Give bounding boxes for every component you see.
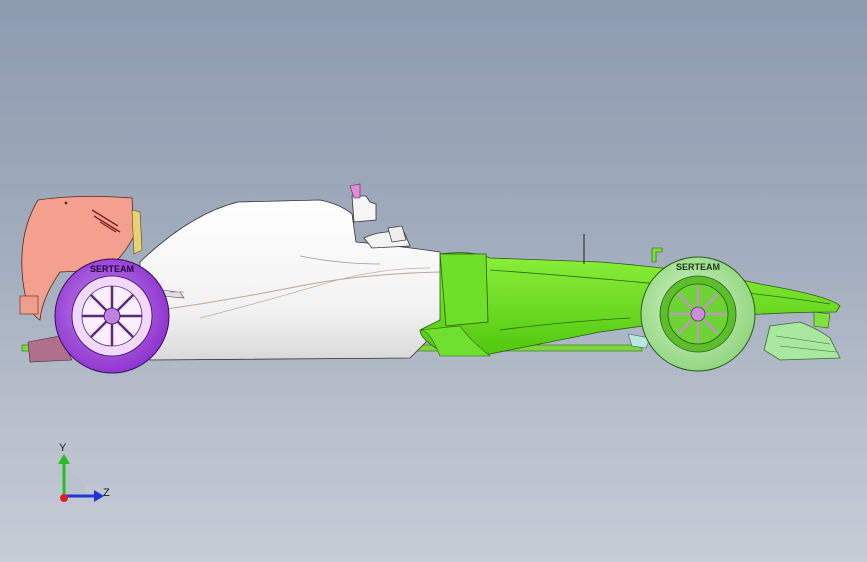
front-wheel: SERTEAM — [640, 256, 756, 372]
nose-and-sidepod — [419, 234, 841, 361]
triad-axes — [58, 454, 104, 502]
z-axis-label: Z — [103, 487, 110, 499]
rear-wheel: SERTEAM — [54, 258, 170, 374]
y-axis-label: Y — [59, 442, 67, 454]
cad-viewport[interactable]: SERTEAM SERTEAM Y Z — [0, 0, 867, 562]
rear-tyre-text: SERTEAM — [90, 264, 134, 274]
engine-cover — [139, 183, 447, 361]
x-axis-dot — [60, 494, 68, 502]
orientation-triad[interactable]: Y Z — [46, 438, 116, 510]
front-tyre-text: SERTEAM — [676, 262, 720, 272]
f1-car-model[interactable]: SERTEAM SERTEAM — [0, 0, 867, 562]
